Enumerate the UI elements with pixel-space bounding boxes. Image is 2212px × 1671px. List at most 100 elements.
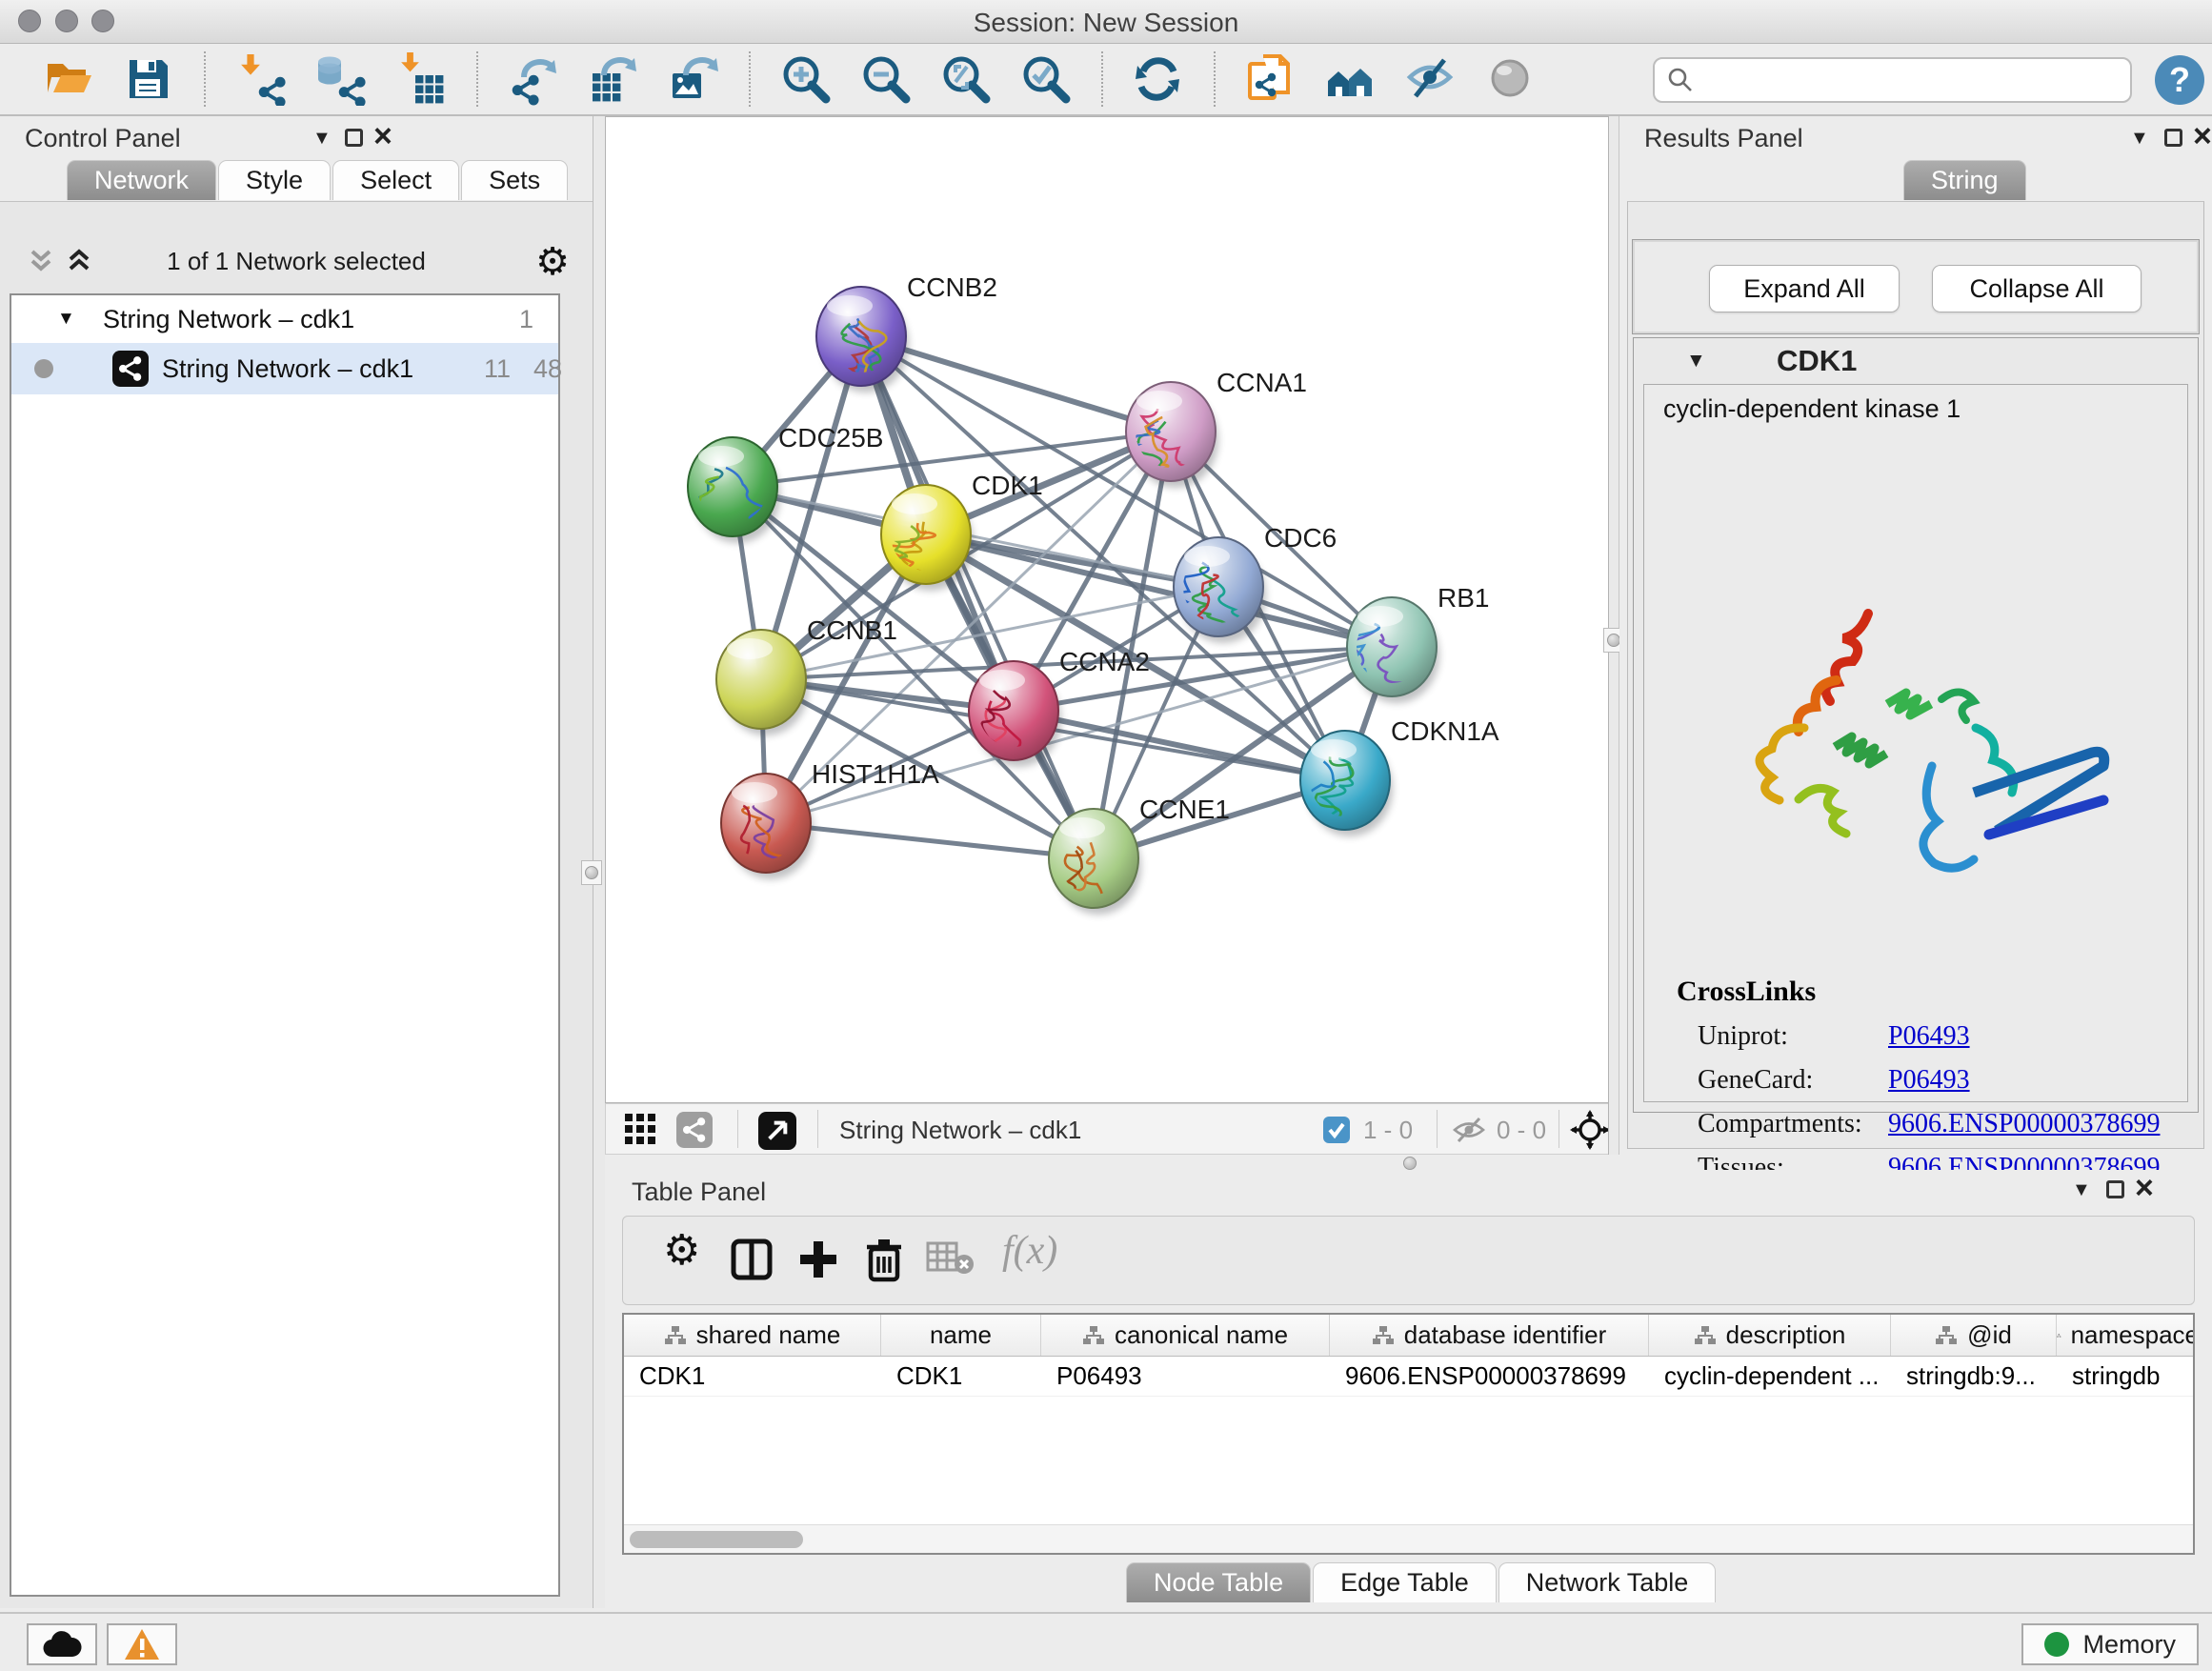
tab-node-table[interactable]: Node Table: [1126, 1562, 1311, 1602]
expand-all-button[interactable]: Expand All: [1709, 265, 1900, 312]
open-session-icon[interactable]: [39, 50, 98, 109]
left-splitter[interactable]: [593, 116, 605, 1608]
panel-float-icon[interactable]: [2164, 129, 2182, 147]
table-settings-gear-icon[interactable]: ⚙: [663, 1226, 700, 1275]
table-horizontal-scrollbar[interactable]: [624, 1524, 2193, 1553]
export-image-icon[interactable]: [664, 50, 723, 109]
network-view-toolbar: String Network – cdk1 1 - 0 0 - 0: [605, 1103, 1608, 1155]
control-panel-title: Control Panel: [25, 124, 181, 153]
table-cell[interactable]: stringdb: [2057, 1357, 2195, 1396]
graph-node-CCNA1[interactable]: CCNA1: [1126, 368, 1307, 504]
column-header-canonical-name[interactable]: canonical name: [1041, 1315, 1330, 1356]
zoom-fit-content-icon[interactable]: [936, 50, 995, 109]
column-header-@id[interactable]: @id: [1891, 1315, 2057, 1356]
right-splitter[interactable]: [1608, 116, 1619, 1155]
entry-expander-icon[interactable]: ▼: [1686, 350, 1706, 372]
column-header-name[interactable]: name: [881, 1315, 1041, 1356]
panel-menu-icon[interactable]: ▼: [312, 128, 332, 150]
network-row-selected[interactable]: String Network – cdk1 11 48: [11, 343, 558, 394]
zoom-out-icon[interactable]: [856, 50, 915, 109]
zoom-selected-icon[interactable]: [1016, 50, 1076, 109]
node-label-CCNB1: CCNB1: [807, 615, 897, 645]
hide-selected-icon[interactable]: [1401, 50, 1460, 109]
import-network-from-file-icon[interactable]: [231, 50, 291, 109]
memory-button[interactable]: Memory: [2021, 1623, 2199, 1665]
show-graphics-details-icon[interactable]: [1481, 50, 1540, 109]
tab-network[interactable]: Network: [67, 160, 216, 200]
grid-view-icon[interactable]: [623, 1112, 657, 1146]
crosslink-link[interactable]: P06493: [1888, 1021, 1970, 1065]
table-cell[interactable]: CDK1: [624, 1357, 881, 1396]
table-cell[interactable]: 9606.ENSP00000378699: [1330, 1357, 1649, 1396]
panel-menu-icon[interactable]: ▼: [2130, 128, 2149, 150]
help-button[interactable]: ?: [2155, 55, 2204, 105]
graph-node-CDC6[interactable]: CDC6: [1153, 523, 1337, 666]
crosslink-link[interactable]: P06493: [1888, 1065, 1970, 1109]
table-cell[interactable]: P06493: [1041, 1357, 1330, 1396]
refresh-network-icon[interactable]: [1129, 50, 1188, 109]
graph-node-CCNA2[interactable]: CCNA2: [969, 647, 1150, 792]
tab-style[interactable]: Style: [218, 160, 331, 200]
tree-expander-icon[interactable]: ▼: [57, 309, 75, 330]
scrollbar-thumb[interactable]: [630, 1531, 803, 1548]
network-collection-row[interactable]: ▼ String Network – cdk1 1: [11, 295, 558, 343]
export-network-icon[interactable]: [504, 50, 563, 109]
entry-description: cyclin-dependent kinase 1: [1663, 394, 1961, 424]
crosslink-link[interactable]: 9606.ENSP00000378699: [1888, 1109, 2160, 1153]
save-session-icon[interactable]: [119, 50, 178, 109]
delete-table-icon[interactable]: [926, 1238, 975, 1278]
show-columns-icon[interactable]: [730, 1238, 774, 1281]
zoom-in-icon[interactable]: [776, 50, 835, 109]
table-row[interactable]: CDK1CDK1P064939606.ENSP00000378699cyclin…: [624, 1357, 2193, 1397]
panel-close-icon[interactable]: ×: [2193, 118, 2212, 155]
column-header-database-identifier[interactable]: database identifier: [1330, 1315, 1649, 1356]
warning-button[interactable]: [107, 1623, 177, 1665]
first-neighbors-icon[interactable]: [1241, 50, 1300, 109]
tab-sets[interactable]: Sets: [461, 160, 568, 200]
fit-selected-crosshair-icon[interactable]: [1570, 1110, 1610, 1150]
import-table-from-file-icon[interactable]: [392, 50, 451, 109]
panel-close-icon[interactable]: ×: [373, 118, 392, 155]
table-cell[interactable]: stringdb:9...: [1891, 1357, 2057, 1396]
tab-edge-table[interactable]: Edge Table: [1313, 1562, 1497, 1602]
function-builder-icon[interactable]: f(x): [1002, 1228, 1057, 1274]
toolbar-icon-strip: [29, 44, 1551, 114]
column-header-description[interactable]: description: [1649, 1315, 1891, 1356]
table-cell[interactable]: CDK1: [881, 1357, 1041, 1396]
node-table[interactable]: shared namename canonical name database …: [622, 1313, 2195, 1555]
cloud-button[interactable]: [27, 1623, 97, 1665]
splitter-handle-icon[interactable]: [585, 866, 598, 879]
panel-float-icon[interactable]: [345, 129, 363, 147]
graph-node-CCNE1[interactable]: CCNE1: [1049, 795, 1230, 942]
hidden-eye-icon[interactable]: [1452, 1117, 1486, 1143]
network-overview-icon[interactable]: [1321, 50, 1380, 109]
tab-string[interactable]: String: [1903, 160, 2026, 200]
export-table-icon[interactable]: [584, 50, 643, 109]
tab-network-table[interactable]: Network Table: [1498, 1562, 1717, 1602]
entry-header[interactable]: ▼ CDK1: [1634, 338, 2198, 384]
splitter-handle-icon[interactable]: [1403, 1157, 1417, 1170]
panel-float-icon[interactable]: [2106, 1180, 2124, 1198]
column-header-namespace[interactable]: namespace: [2057, 1315, 2195, 1356]
import-network-from-database-icon[interactable]: [312, 50, 371, 109]
splitter-handle-icon[interactable]: [1607, 634, 1620, 647]
graph-node-CDKN1A[interactable]: CDKN1A: [1300, 716, 1499, 861]
network-graph[interactable]: CCNB2CCNA1CDC25BCDK1CDC6RB1CCNB1CCNA2CDK…: [606, 117, 1607, 1102]
search-input[interactable]: [1695, 61, 2130, 99]
graph-node-RB1[interactable]: RB1: [1330, 583, 1490, 717]
network-view-icon[interactable]: [676, 1112, 713, 1148]
network-options-gear-icon[interactable]: ⚙: [535, 240, 570, 284]
delete-column-icon[interactable]: [863, 1238, 905, 1283]
column-header-shared-name[interactable]: shared name: [624, 1315, 881, 1356]
selected-checkbox-icon[interactable]: [1322, 1116, 1351, 1144]
table-cell[interactable]: cyclin-dependent ...: [1649, 1357, 1891, 1396]
collection-name: String Network – cdk1: [103, 305, 354, 334]
panel-menu-icon[interactable]: ▼: [2072, 1179, 2091, 1201]
birdseye-view-icon[interactable]: [758, 1112, 796, 1150]
panel-close-icon[interactable]: ×: [2135, 1170, 2154, 1207]
network-canvas[interactable]: CCNB2CCNA1CDC25BCDK1CDC6RB1CCNB1CCNA2CDK…: [605, 116, 1608, 1103]
collapse-all-button[interactable]: Collapse All: [1932, 265, 2142, 312]
network-name: String Network – cdk1: [162, 354, 413, 384]
add-column-icon[interactable]: [796, 1238, 840, 1281]
tab-select[interactable]: Select: [332, 160, 459, 200]
